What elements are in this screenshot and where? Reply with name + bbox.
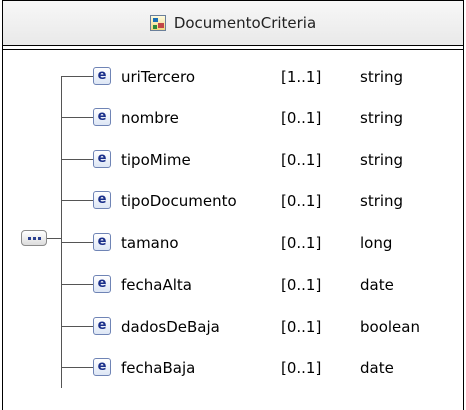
element-icon: e <box>93 150 111 168</box>
element-type: date <box>360 276 394 294</box>
element-icon: e <box>93 275 111 293</box>
element-type: string <box>360 68 404 86</box>
element-icon: e <box>93 67 111 85</box>
element-row[interactable]: e uriTercero [1..1] string <box>3 66 463 88</box>
element-cardinality: [0..1] <box>281 276 322 294</box>
element-name: fechaBaja <box>121 359 196 377</box>
element-type: date <box>360 359 394 377</box>
element-row[interactable]: e dadosDeBaja [0..1] boolean <box>3 316 463 338</box>
complex-type-title: DocumentoCriteria <box>173 14 317 32</box>
element-icon: e <box>93 233 111 251</box>
element-cardinality: [1..1] <box>281 68 322 86</box>
element-cardinality: [0..1] <box>281 318 322 336</box>
complex-type-header[interactable]: DocumentoCriteria <box>3 1 463 45</box>
element-name: nombre <box>121 109 179 127</box>
element-row[interactable]: e tamano [0..1] long <box>3 232 463 254</box>
element-type: string <box>360 192 404 210</box>
element-name: tipoDocumento <box>121 192 237 210</box>
header-divider-inner <box>3 49 463 50</box>
element-name: tipoMime <box>121 151 191 169</box>
element-cardinality: [0..1] <box>281 151 322 169</box>
header-divider <box>3 45 463 46</box>
element-icon: e <box>93 358 111 376</box>
element-cardinality: [0..1] <box>281 192 322 210</box>
element-name: dadosDeBaja <box>121 318 220 336</box>
element-type: string <box>360 109 404 127</box>
element-icon: e <box>93 191 111 209</box>
element-name: uriTercero <box>121 68 196 86</box>
element-name: fechaAlta <box>121 276 192 294</box>
element-type: long <box>360 234 393 252</box>
element-cardinality: [0..1] <box>281 109 322 127</box>
element-row[interactable]: e fechaAlta [0..1] date <box>3 274 463 296</box>
element-icon: e <box>93 317 111 335</box>
element-cardinality: [0..1] <box>281 359 322 377</box>
element-row[interactable]: e tipoDocumento [0..1] string <box>3 190 463 212</box>
element-type: boolean <box>360 318 420 336</box>
complex-type-box: DocumentoCriteria e uriTercero [1..1] strin… <box>2 0 464 410</box>
element-icon: e <box>93 108 111 126</box>
element-row[interactable]: e tipoMime [0..1] string <box>3 149 463 171</box>
element-name: tamano <box>121 234 179 252</box>
element-row[interactable]: e fechaBaja [0..1] date <box>3 357 463 379</box>
element-type: string <box>360 151 404 169</box>
element-cardinality: [0..1] <box>281 234 322 252</box>
complex-type-icon <box>149 15 166 31</box>
element-row[interactable]: e nombre [0..1] string <box>3 107 463 129</box>
